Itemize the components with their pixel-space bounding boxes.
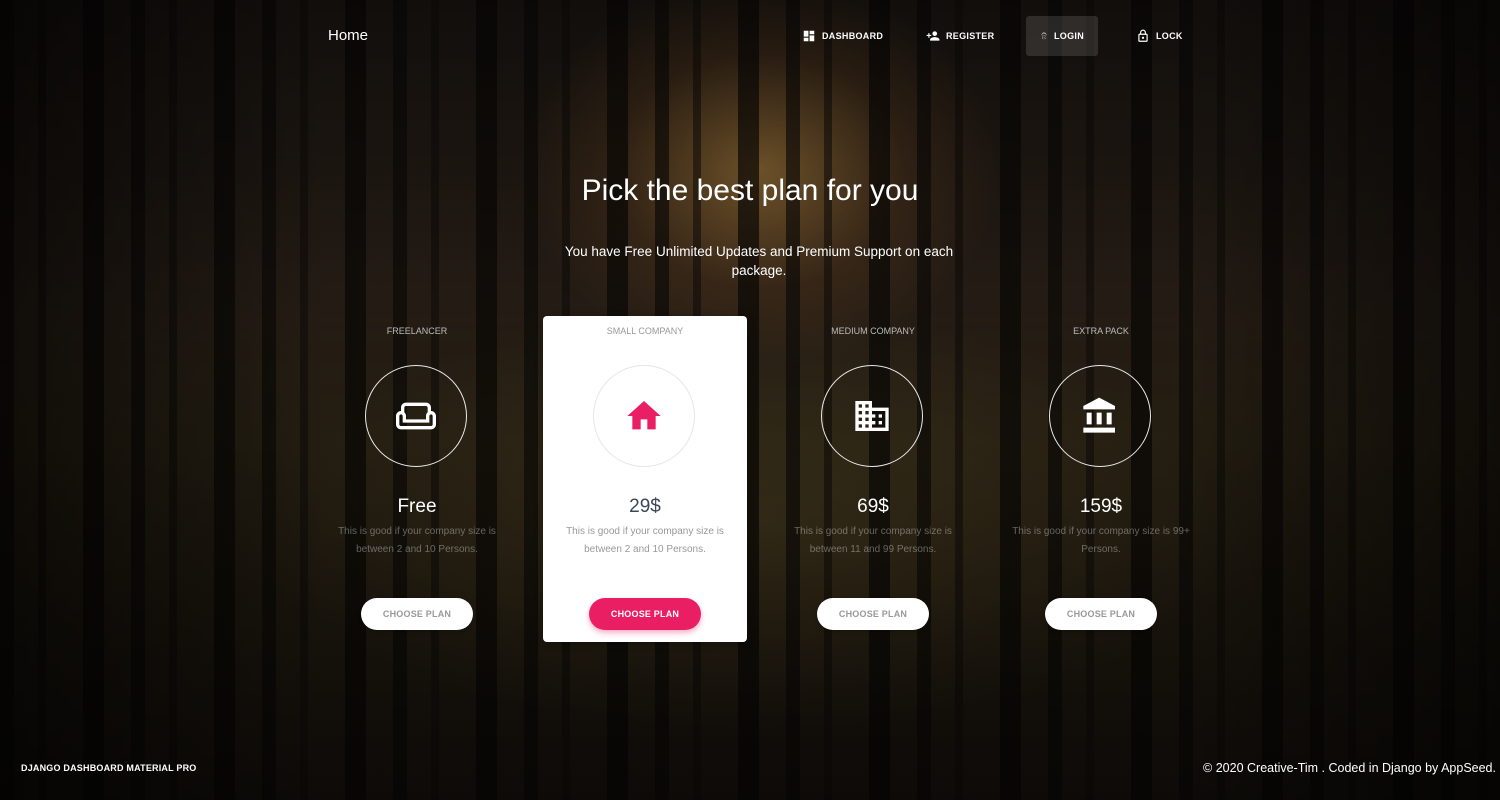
nav-login-link[interactable]: LOGIN <box>1026 16 1098 56</box>
plan-icon-circle <box>821 365 923 467</box>
plan-price: Free <box>397 496 437 517</box>
nav-login-label: LOGIN <box>1054 31 1084 41</box>
plan-icon-circle <box>365 365 467 467</box>
nav-lock-link[interactable]: LOCK <box>1122 16 1197 56</box>
plan-price: 159$ <box>1079 496 1123 517</box>
choose-plan-button-freelancer[interactable]: CHOOSE PLAN <box>361 598 473 630</box>
plan-icon-circle <box>593 365 695 467</box>
home-icon <box>627 401 661 430</box>
nav-dashboard-link[interactable]: DASHBOARD <box>788 16 897 56</box>
plan-description: This is good if your company size is bet… <box>794 526 952 555</box>
nav-register-link[interactable]: REGISTER <box>912 16 1008 56</box>
plan-icon-circle <box>1049 365 1151 467</box>
bank-icon <box>1083 397 1115 433</box>
footer-copyright: © 2020 Creative-Tim . Coded in Django by… <box>1203 761 1496 775</box>
plan-card-small-company: SMALL COMPANY 29$ This is good if your c… <box>543 316 747 642</box>
dashboard-icon <box>803 30 815 42</box>
lock-icon <box>1138 29 1148 42</box>
page-subtitle: You have Free Unlimited Updates and Prem… <box>564 244 954 278</box>
sofa-icon <box>396 402 436 430</box>
nav-register-label: REGISTER <box>946 31 995 41</box>
footer-brand[interactable]: DJANGO DASHBOARD MATERIAL PRO <box>21 763 196 773</box>
person-add-icon <box>926 31 940 41</box>
nav-lock-label: LOCK <box>1156 31 1183 41</box>
nav-dashboard-label: DASHBOARD <box>822 31 884 41</box>
business-icon <box>855 401 889 431</box>
plan-name: SMALL COMPANY <box>606 326 684 336</box>
page-title: Pick the best plan for you <box>581 174 919 207</box>
plan-card-freelancer: FREELANCER Free This is good if your com… <box>315 316 519 642</box>
brand-home-link[interactable]: Home <box>328 27 368 44</box>
forest-background <box>0 0 1500 800</box>
choose-plan-button-extra-pack[interactable]: CHOOSE PLAN <box>1045 598 1157 630</box>
choose-plan-button-medium-company[interactable]: CHOOSE PLAN <box>817 598 929 630</box>
plan-description: This is good if your company size is 99+… <box>1012 526 1190 555</box>
fingerprint-icon <box>1040 32 1047 40</box>
plan-description: This is good if your company size is bet… <box>338 526 496 555</box>
plan-name: EXTRA PACK <box>1073 326 1129 336</box>
plan-name: MEDIUM COMPANY <box>831 326 915 336</box>
plan-description: This is good if your company size is bet… <box>566 526 724 555</box>
plan-card-extra-pack: EXTRA PACK 159$ This is good if your com… <box>999 316 1203 642</box>
navbar: Home DASHBOARD REGISTER LOGIN LOCK <box>0 16 1500 56</box>
plan-name: FREELANCER <box>386 326 448 336</box>
choose-plan-button-small-company[interactable]: CHOOSE PLAN <box>589 598 701 630</box>
plan-price: 29$ <box>629 496 661 517</box>
plan-price: 69$ <box>857 496 889 517</box>
plan-card-medium-company: MEDIUM COMPANY 69$ This is good if your … <box>771 316 975 642</box>
